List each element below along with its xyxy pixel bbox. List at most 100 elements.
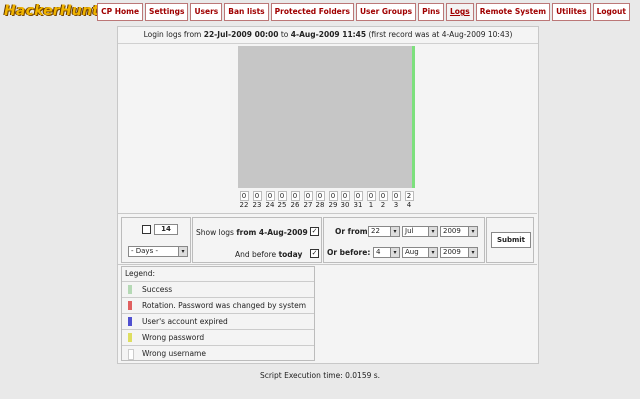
before-day-select[interactable]: 4 ▾ — [373, 247, 400, 258]
chevron-down-icon: ▾ — [178, 247, 187, 256]
chevron-down-icon: ▾ — [390, 227, 399, 236]
chart-day-label: 25 — [277, 201, 287, 209]
chart-day-label: 4 — [406, 201, 412, 209]
show-logs-checkbox[interactable]: ✓ — [310, 227, 319, 236]
chart-count-label: 0 — [339, 191, 351, 201]
chart-day-label: 27 — [303, 201, 313, 209]
and-before-text: And before today — [235, 250, 302, 259]
chart-count-label: 0 — [377, 191, 389, 201]
period-unit-select[interactable]: - Days - ▾ — [128, 246, 188, 257]
submit-button[interactable]: Submit — [491, 232, 531, 248]
legend-label: Rotation. Password was changed by system — [142, 301, 307, 310]
chart-count-label: 0 — [251, 191, 263, 201]
legend-label: Success — [142, 285, 173, 294]
show-logs-text: Show logs from 4-Aug-2009 — [196, 228, 308, 237]
chart-day-label: 3 — [393, 201, 399, 209]
show-logs-cell: Show logs from 4-Aug-2009 ✓ And before t… — [192, 217, 322, 263]
filter-controls: 14 - Days - ▾ Show logs from 4-Aug-2009 ✓… — [117, 213, 537, 265]
from-year-value: 2009 — [443, 227, 461, 235]
before-year-value: 2009 — [443, 248, 461, 256]
and-before-checkbox[interactable]: ✓ — [310, 249, 319, 258]
from-day-select[interactable]: 22 ▾ — [368, 226, 400, 237]
chart-day-label: 1 — [368, 201, 374, 209]
legend-item: Wrong username — [122, 346, 314, 361]
chart-count-label: 0 — [238, 191, 250, 201]
from-month-select[interactable]: Jul ▾ — [402, 226, 438, 237]
chart-day-label: 24 — [265, 201, 275, 209]
chart-count-label: 0 — [264, 191, 276, 201]
chevron-down-icon: ▾ — [428, 227, 437, 236]
chart-count-label: 2 — [403, 191, 415, 201]
nav-users[interactable]: Users — [190, 3, 223, 21]
from-day-value: 22 — [371, 227, 380, 235]
header-prefix: Login logs from — [143, 30, 204, 39]
legend-swatch — [128, 301, 132, 310]
chart-day-label: 26 — [290, 201, 300, 209]
or-before-label: Or before: — [327, 248, 371, 257]
execution-time: Script Execution time: 0.0159 s. — [259, 371, 381, 380]
before-year-select[interactable]: 2009 ▾ — [440, 247, 478, 258]
period-count-input[interactable]: 14 — [154, 224, 178, 235]
chart-day-label: 31 — [353, 201, 363, 209]
legend-label: User's account expired — [142, 317, 228, 326]
nav-remote-system[interactable]: Remote System — [475, 3, 551, 21]
nav-settings[interactable]: Settings — [145, 3, 189, 21]
top-nav: CP Home Settings Users Ban lists Protect… — [97, 3, 630, 21]
legend-label: Wrong username — [142, 349, 206, 358]
header-to-word: to — [278, 30, 291, 39]
before-month-select[interactable]: Aug ▾ — [402, 247, 438, 258]
nav-ban-lists[interactable]: Ban lists — [224, 3, 269, 21]
period-checkbox[interactable] — [142, 225, 151, 234]
and-before-value: today — [278, 250, 303, 259]
legend: Legend: Success Rotation. Password was ch… — [121, 266, 315, 361]
chart-count-label: 0 — [289, 191, 301, 201]
chart-day-label: 23 — [252, 201, 262, 209]
chart-day-label: 30 — [340, 201, 350, 209]
chart-count-label: 0 — [327, 191, 339, 201]
header-to: 4-Aug-2009 11:45 — [290, 30, 367, 39]
legend-label: Wrong password — [142, 333, 205, 342]
and-before-label: And before — [235, 250, 277, 259]
date-range-cell: Or from: 22 ▾ Jul ▾ 2009 ▾ Or before: 4 ▾ Au… — [323, 217, 485, 263]
before-month-value: Aug — [405, 248, 419, 256]
from-year-select[interactable]: 2009 ▾ — [440, 226, 478, 237]
chevron-down-icon: ▾ — [468, 248, 477, 257]
chart-count-label: 0 — [276, 191, 288, 201]
nav-utilites[interactable]: Utilites — [552, 3, 591, 21]
chart-count-label: 0 — [390, 191, 402, 201]
or-from-label: Or from: — [335, 227, 371, 236]
nav-protected-folders[interactable]: Protected Folders — [270, 3, 354, 21]
legend-swatch — [128, 285, 132, 294]
chart-count-label: 0 — [314, 191, 326, 201]
submit-cell: Submit — [486, 217, 534, 263]
chart-day-label: 2 — [380, 201, 386, 209]
nav-logs[interactable]: Logs — [445, 3, 474, 21]
chart-bar — [412, 46, 415, 188]
legend-item: Wrong password — [122, 330, 314, 346]
nav-user-groups[interactable]: User Groups — [355, 3, 417, 21]
chart-count-label: 0 — [365, 191, 377, 201]
chevron-down-icon: ▾ — [390, 248, 399, 257]
period-cell: 14 - Days - ▾ — [121, 217, 191, 263]
legend-swatch — [128, 317, 132, 326]
chart-day-label: 28 — [315, 201, 325, 209]
legend-title: Legend: — [122, 267, 314, 282]
period-unit-value: - Days - — [131, 247, 158, 255]
chevron-down-icon: ▾ — [428, 248, 437, 257]
chart-plot-area — [238, 46, 415, 188]
logs-range-header: Login logs from 22-Jul-2009 00:00 to 4-A… — [118, 27, 538, 44]
show-logs-label: Show logs — [196, 228, 234, 237]
from-month-value: Jul — [405, 227, 414, 235]
nav-logout[interactable]: Logout — [592, 3, 630, 21]
nav-cp-home[interactable]: CP Home — [97, 3, 144, 21]
legend-item: Rotation. Password was changed by system — [122, 298, 314, 314]
legend-swatch — [128, 349, 134, 360]
header-suffix: (first record was at 4-Aug-2009 10:43) — [366, 30, 513, 39]
before-day-value: 4 — [376, 248, 381, 256]
legend-swatch — [128, 333, 132, 342]
show-logs-from: from 4-Aug-2009 — [236, 228, 308, 237]
chart-day-label: 22 — [239, 201, 249, 209]
chart-count-label: 0 — [302, 191, 314, 201]
nav-pins[interactable]: Pins — [418, 3, 444, 21]
chart-count-label: 0 — [352, 191, 364, 201]
